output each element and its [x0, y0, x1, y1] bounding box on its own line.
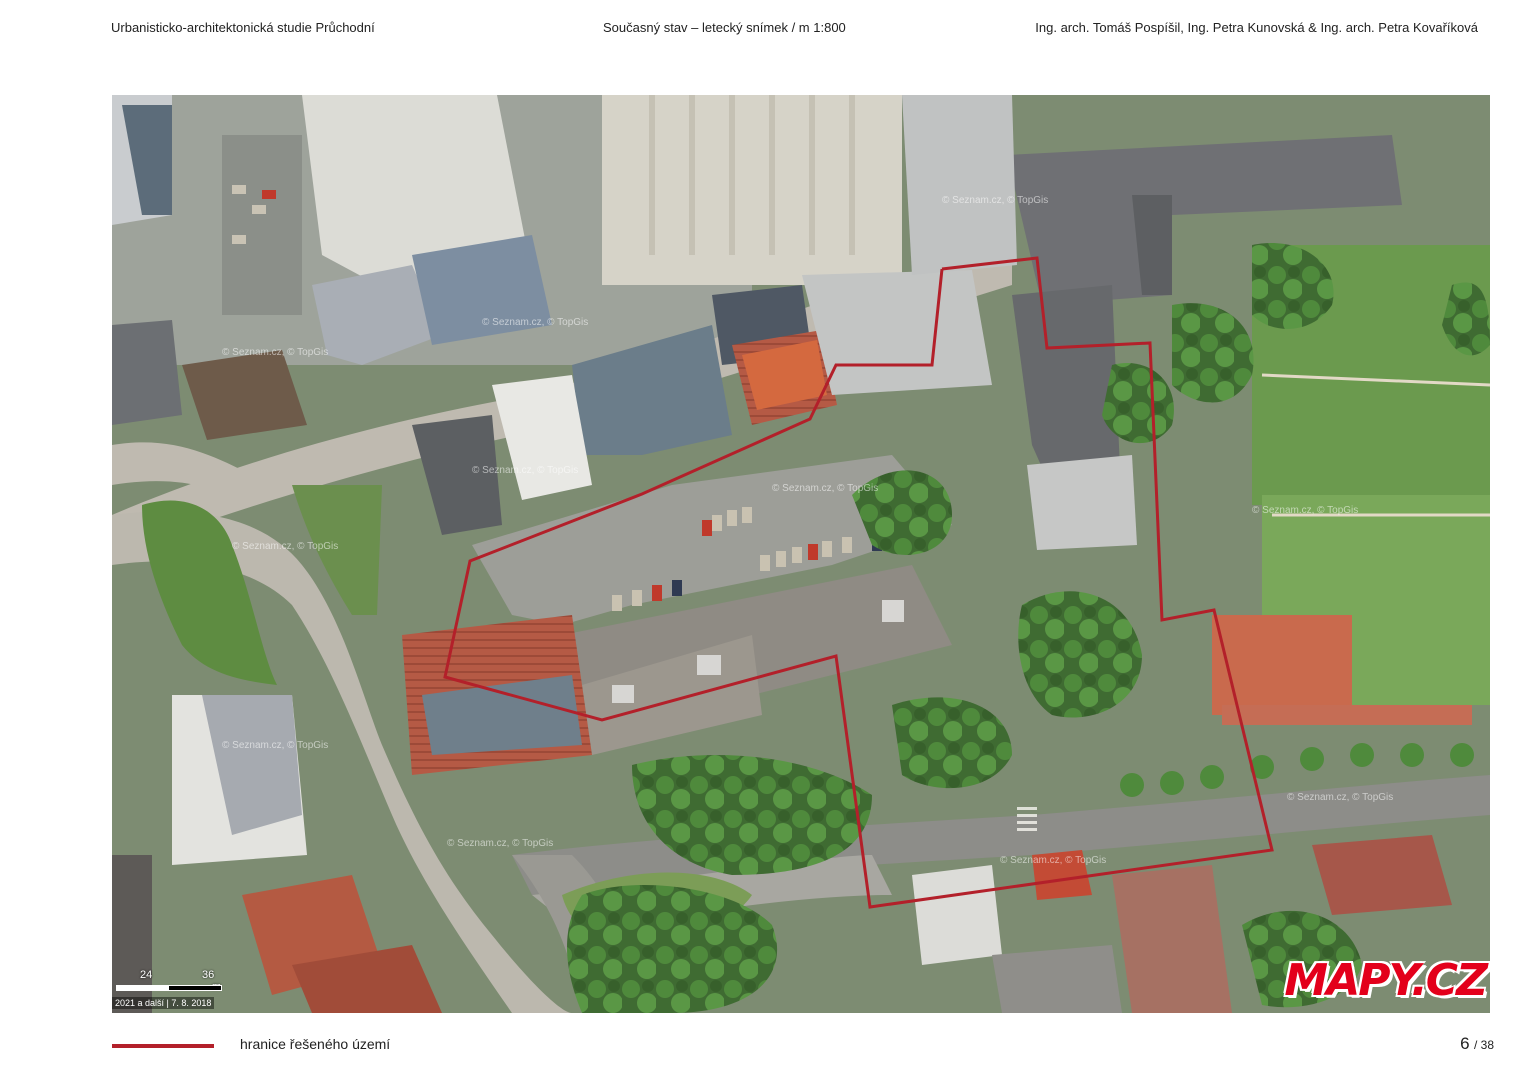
mapy-cz-logo[interactable]: MAPY.CZ — [1284, 959, 1488, 1003]
page-total: / 38 — [1473, 1038, 1494, 1052]
page-number: 6 / 38 — [1460, 1034, 1494, 1054]
map-attribution[interactable]: 2021 a další | 7. 8. 2018 — [112, 997, 215, 1009]
scale-tick-36: 36 — [202, 969, 215, 981]
header-authors: Ing. arch. Tomáš Pospíšil, Ing. Petra Ku… — [1035, 20, 1478, 35]
legend-boundary-label: hranice řešeného území — [240, 1036, 391, 1052]
header-sheet-title: Současný stav – letecký snímek / m 1:800 — [603, 20, 846, 35]
scale-bar — [116, 985, 222, 991]
legend-boundary-line — [112, 1044, 214, 1048]
scale-tick-24: 24 — [140, 969, 153, 981]
page-current: 6 — [1460, 1034, 1470, 1053]
aerial-map[interactable]: © Seznam.cz, © TopGis © Seznam.cz, © Top… — [112, 95, 1490, 1013]
map-scale-bar: 24 36 m 2021 a další | 7. 8. 2018 — [112, 963, 232, 1013]
aerial-imagery — [112, 95, 1490, 1013]
header-study-title: Urbanisticko-architektonická studie Průc… — [111, 20, 375, 35]
